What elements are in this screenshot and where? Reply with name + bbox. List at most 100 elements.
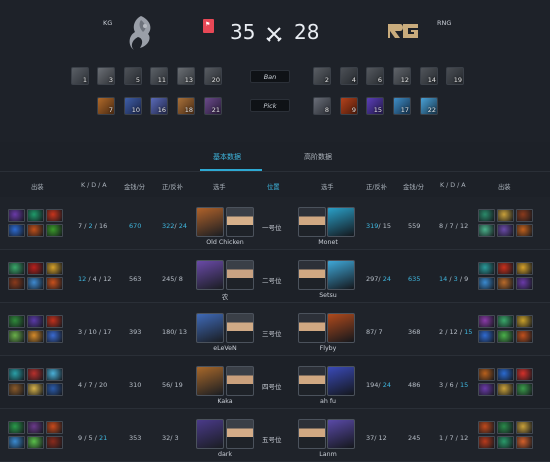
- left-score: 35: [230, 20, 256, 44]
- player-row: 7 / 2 / 16 670 322/ 24 Old Chicken 一号位 Monet 3…: [0, 197, 550, 250]
- kda-right: 3 / 6 / 15: [439, 381, 469, 389]
- item-icon: [27, 209, 44, 222]
- hero-portrait: [327, 366, 355, 396]
- col-items-right: 出装: [498, 184, 511, 191]
- player-name-left[interactable]: Old Chicken: [190, 239, 260, 246]
- ban-hero-icon: 19: [446, 67, 464, 85]
- item-icon: [497, 224, 514, 237]
- item-icon: [516, 368, 533, 381]
- hero-portrait: [327, 313, 355, 343]
- item-icon: [27, 315, 44, 328]
- item-icon: [478, 383, 495, 396]
- item-icon: [516, 330, 533, 343]
- ban-hero-icon: 11: [150, 67, 168, 85]
- item-icon: [8, 383, 25, 396]
- ban-hero-icon: 6: [366, 67, 384, 85]
- item-icon: [8, 421, 25, 434]
- kda-right: 2 / 12 / 15: [439, 328, 473, 336]
- rng-logo: [386, 22, 420, 40]
- gpm-right: 486: [408, 381, 421, 389]
- item-icon: [46, 368, 63, 381]
- item-icon: [27, 421, 44, 434]
- lh-left: 32/ 3: [162, 434, 179, 442]
- player-name-right[interactable]: Setsu: [293, 292, 363, 299]
- pick-label: Pick: [250, 99, 290, 112]
- gpm-left: 353: [129, 434, 142, 442]
- kda-left: 9 / 5 / 21: [78, 434, 108, 442]
- item-icon: [516, 383, 533, 396]
- item-icon: [516, 262, 533, 275]
- item-icon: [27, 368, 44, 381]
- item-icon: [478, 224, 495, 237]
- item-icon: [516, 224, 533, 237]
- gpm-left: 393: [129, 328, 142, 336]
- hero-portrait: [196, 419, 224, 449]
- item-icon: [8, 277, 25, 290]
- item-icon: [478, 330, 495, 343]
- ban-label: Ban: [250, 70, 290, 83]
- ban-hero-icon: 5: [124, 67, 142, 85]
- player-row: 9 / 5 / 21 353 32/ 3 dark 五号位 Lanm 37/ 12 245 1…: [0, 409, 550, 462]
- player-name-right[interactable]: Lanm: [293, 451, 363, 458]
- item-icon: [497, 262, 514, 275]
- first-blood-badge: ⚑: [203, 19, 214, 33]
- kda-right: 14 / 3 / 9: [439, 275, 469, 283]
- col-gpm-right: 金钱/分: [403, 184, 425, 191]
- item-icon: [27, 224, 44, 237]
- item-icon: [46, 315, 63, 328]
- item-icon: [46, 383, 63, 396]
- kda-left: 4 / 7 / 20: [78, 381, 108, 389]
- lh-right: 87/ 7: [366, 328, 383, 336]
- item-icon: [46, 277, 63, 290]
- pick-hero-icon: 17: [393, 97, 411, 115]
- position-label: 一号位: [262, 224, 282, 232]
- pick-hero-icon: 10: [124, 97, 142, 115]
- col-kda-left: K / D / A: [81, 182, 107, 189]
- player-name-right[interactable]: ah fu: [293, 398, 363, 405]
- tab-advanced-stats[interactable]: 高阶数据: [304, 152, 332, 162]
- col-player-right: 选手: [321, 184, 334, 191]
- player-name-left[interactable]: 农: [190, 292, 260, 301]
- hero-portrait: [327, 419, 355, 449]
- player-name-right[interactable]: Flyby: [293, 345, 363, 352]
- player-name-left[interactable]: eLeVeN: [190, 345, 260, 352]
- item-icon: [478, 209, 495, 222]
- tab-basic-stats[interactable]: 基本数据: [213, 152, 241, 162]
- ban-hero-icon: 4: [340, 67, 358, 85]
- active-tab-indicator: [200, 169, 262, 171]
- right-score: 28: [294, 20, 320, 44]
- player-photo: [226, 313, 254, 343]
- item-icon: [516, 421, 533, 434]
- col-items-left: 出装: [31, 184, 44, 191]
- position-label: 五号位: [262, 436, 282, 444]
- item-icon: [27, 277, 44, 290]
- item-icon: [46, 224, 63, 237]
- right-team-name: RNG: [437, 19, 452, 27]
- lh-right: 319/ 15: [366, 222, 391, 230]
- player-name-left[interactable]: Kaka: [190, 398, 260, 405]
- kda-left: 3 / 10 / 17: [78, 328, 112, 336]
- ban-hero-icon: 12: [393, 67, 411, 85]
- item-icon: [478, 277, 495, 290]
- item-icon: [478, 421, 495, 434]
- item-icon: [27, 383, 44, 396]
- item-icon: [46, 262, 63, 275]
- player-photo: [226, 419, 254, 449]
- player-name-right[interactable]: Monet: [293, 239, 363, 246]
- flag-icon: ⚑: [205, 21, 211, 28]
- col-kda-right: K / D / A: [440, 182, 466, 189]
- item-icon: [516, 436, 533, 449]
- item-icon: [497, 368, 514, 381]
- item-icon: [497, 436, 514, 449]
- player-photo: [298, 260, 326, 290]
- crossed-swords-icon: [266, 26, 282, 42]
- item-icon: [478, 368, 495, 381]
- item-icon: [46, 436, 63, 449]
- item-icon: [46, 330, 63, 343]
- player-row: 12 / 4 / 12 563 245/ 8 农二号位 Setsu 297/ 24 635 …: [0, 250, 550, 303]
- gpm-left: 310: [129, 381, 142, 389]
- col-lh-left: 正/反补: [162, 184, 184, 191]
- pick-hero-icon: 21: [204, 97, 222, 115]
- item-icon: [8, 224, 25, 237]
- player-name-left[interactable]: dark: [190, 451, 260, 458]
